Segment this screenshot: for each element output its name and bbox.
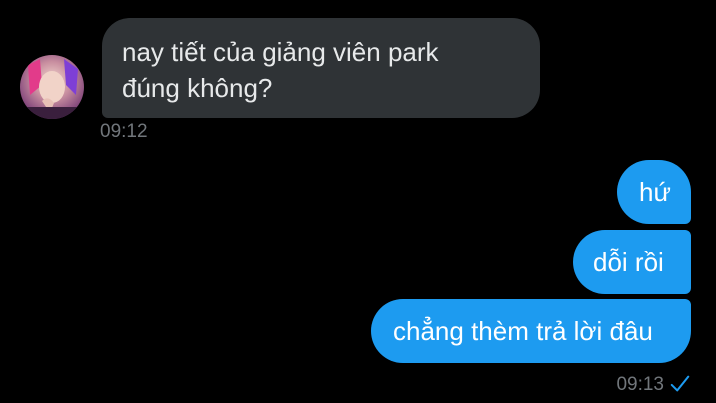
- incoming-timestamp: 09:12: [100, 121, 148, 142]
- sent-check-icon: [670, 375, 690, 392]
- outgoing-timestamp: 09:13: [616, 374, 664, 395]
- incoming-message-line-1: nay tiết của giảng viên park: [122, 37, 439, 67]
- incoming-message-line-2: đúng không?: [122, 73, 273, 103]
- incoming-message-bubble[interactable]: nay tiết của giảng viên park đúng không?: [102, 18, 540, 118]
- outgoing-message-bubble[interactable]: chẳng thèm trả lời đâu: [371, 299, 691, 363]
- sender-avatar[interactable]: [20, 55, 84, 119]
- outgoing-message-bubble[interactable]: dỗi rồi: [573, 230, 691, 294]
- avatar-image: [20, 55, 84, 119]
- outgoing-message-bubble[interactable]: hứ: [617, 160, 691, 224]
